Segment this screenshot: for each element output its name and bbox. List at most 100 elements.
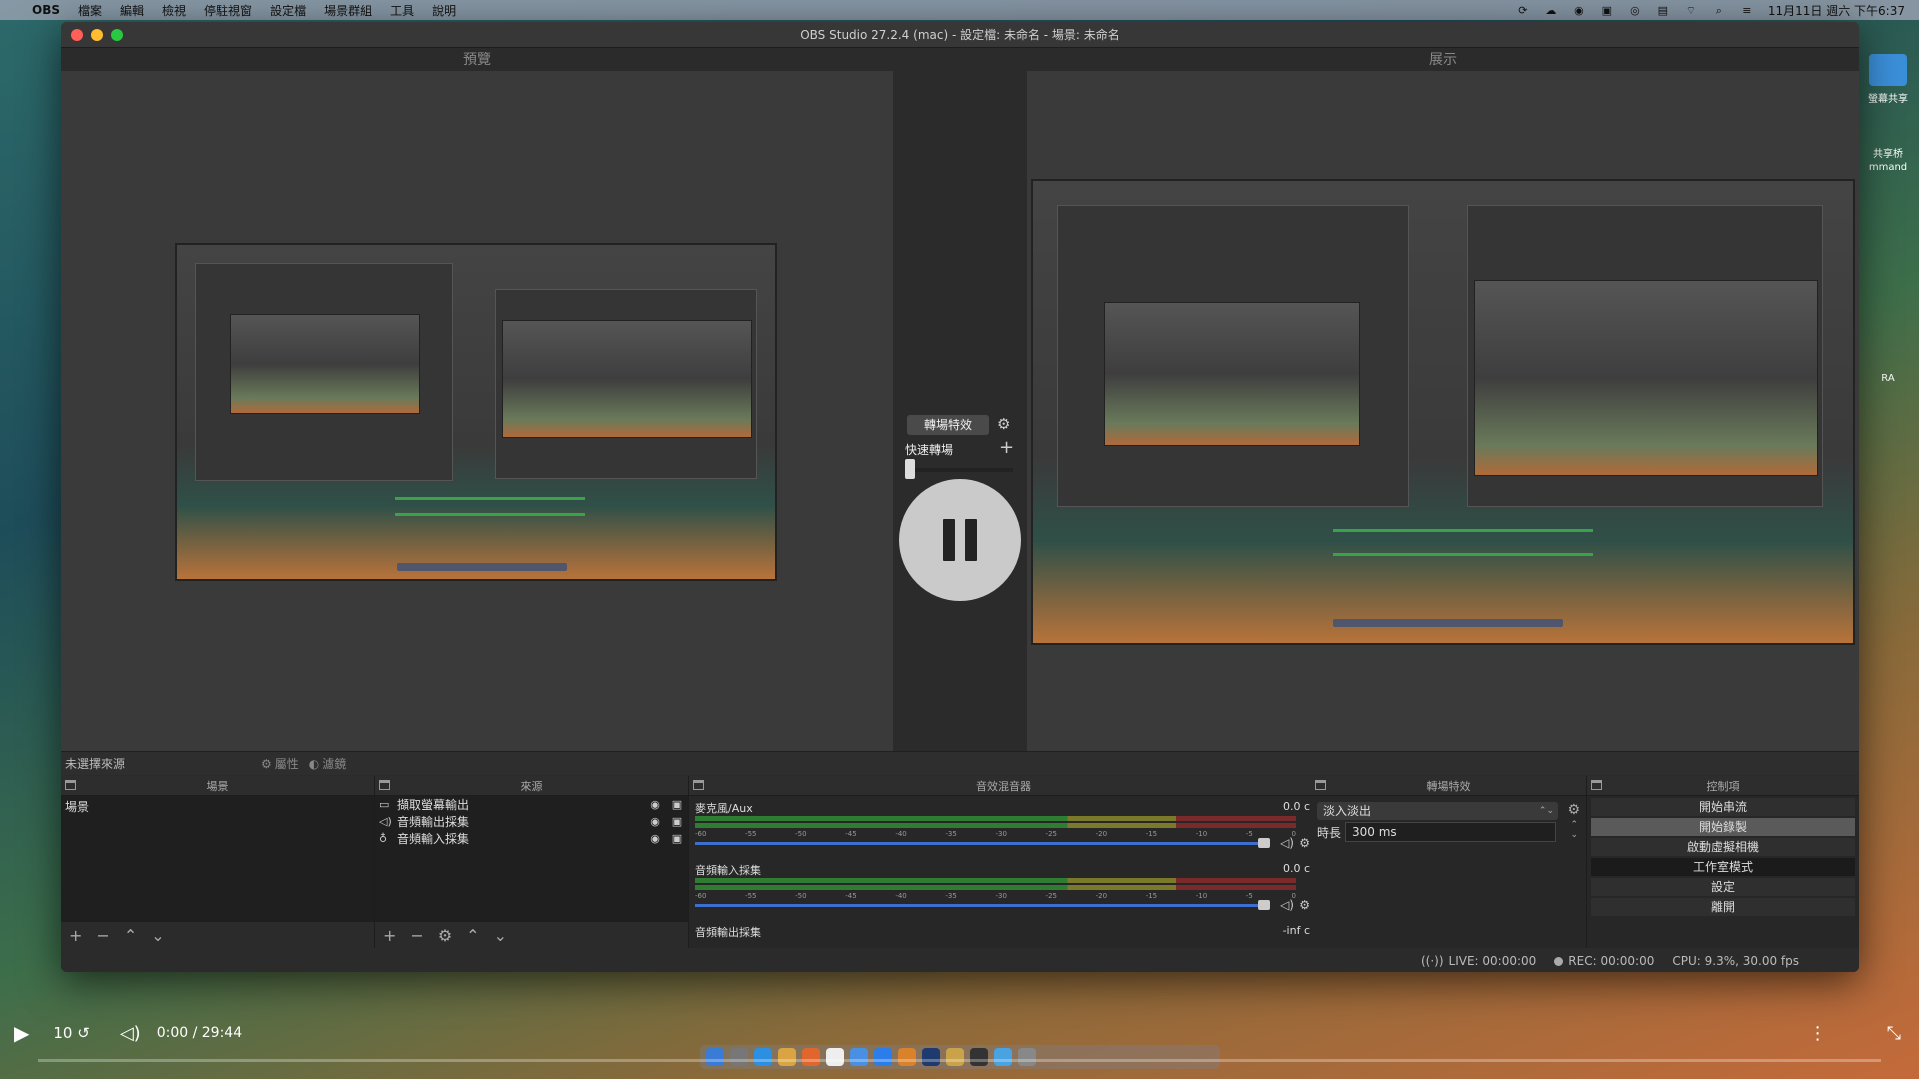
control-center-icon[interactable]: ≡	[1740, 4, 1754, 17]
scene-item[interactable]: 場景	[61, 796, 374, 817]
video-progress-bar[interactable]	[38, 1059, 1881, 1062]
transition-column: 轉場特效 ⚙ 快速轉場 +	[893, 71, 1027, 751]
tick-label: -10	[1195, 830, 1208, 838]
play-icon[interactable]: ▶	[14, 1021, 29, 1045]
source-item[interactable]: ♁ 音頻輸入採集 ◉ ▣	[375, 830, 688, 847]
float-dock-icon[interactable]	[379, 780, 390, 790]
transition-select[interactable]: 淡入淡出 ⌃⌄	[1317, 802, 1558, 820]
menu-app-name[interactable]: OBS	[32, 3, 60, 17]
transition-selected: 淡入淡出	[1323, 804, 1372, 818]
skip-back-button[interactable]: 10 ↺	[53, 1024, 89, 1042]
tick-label: -55	[745, 892, 757, 900]
float-dock-icon[interactable]	[693, 780, 704, 790]
close-icon[interactable]	[71, 28, 83, 41]
minimize-icon[interactable]	[91, 28, 103, 41]
program-pane[interactable]	[1027, 71, 1859, 751]
source-item[interactable]: ◁) 音頻輸出採集 ◉ ▣	[375, 813, 688, 830]
t-bar-slider[interactable]	[907, 468, 1013, 472]
spinner-icon[interactable]: ⌃ ⌄	[1570, 820, 1578, 840]
track-db: 0.0 c	[1282, 800, 1310, 813]
t-bar-handle[interactable]	[905, 459, 915, 479]
menu-profile[interactable]: 設定檔	[270, 2, 306, 19]
note-icon[interactable]: ▣	[1600, 4, 1614, 17]
eye-icon[interactable]: ◉	[644, 798, 666, 811]
gear-icon[interactable]: ⚙	[1567, 802, 1580, 818]
fullscreen-exit-icon[interactable]: ⤡	[1887, 1023, 1901, 1044]
gear-icon[interactable]: ⚙	[1299, 898, 1310, 912]
bear-icon[interactable]: ◉	[1572, 4, 1586, 17]
move-down-icon[interactable]: ⌄	[151, 926, 164, 945]
remove-icon[interactable]: −	[96, 926, 109, 945]
chevron-updown-icon: ⌃⌄	[1538, 806, 1554, 816]
duration-input[interactable]: 300 ms	[1345, 822, 1556, 842]
wifi-icon[interactable]: ⌔	[1684, 4, 1698, 17]
volume-icon[interactable]: ◁)	[120, 1023, 141, 1044]
volume-meter	[695, 878, 1296, 883]
volume-slider-knob[interactable]	[1258, 900, 1270, 910]
preview-pane[interactable]	[61, 71, 893, 751]
menu-scene-collection[interactable]: 場景群組	[324, 2, 372, 19]
add-icon[interactable]: +	[383, 926, 396, 945]
source-name: 音頻輸出採集	[397, 815, 470, 829]
tick-label: -30	[995, 830, 1007, 838]
lock-icon[interactable]: ▣	[666, 815, 688, 828]
nested-screenshot	[502, 320, 752, 438]
cloud-icon[interactable]: ☁	[1544, 4, 1558, 17]
exit-button[interactable]: 離開	[1591, 898, 1855, 916]
search-icon[interactable]: ⌕	[1712, 4, 1726, 17]
desktop-label[interactable]: RA	[1863, 373, 1913, 384]
pause-icon	[943, 519, 955, 561]
filters-button[interactable]: ◐ 濾鏡	[309, 755, 347, 772]
add-quick-transition-icon[interactable]: +	[999, 437, 1014, 458]
menu-help[interactable]: 說明	[432, 2, 456, 19]
video-pause-button[interactable]	[899, 479, 1021, 601]
record-icon[interactable]: ◎	[1628, 4, 1642, 17]
volume-slider[interactable]	[695, 842, 1264, 845]
add-icon[interactable]: +	[69, 926, 82, 945]
tick-label: -45	[845, 830, 857, 838]
lock-icon[interactable]: ▣	[666, 798, 688, 811]
speaker-icon[interactable]: ◁)	[1280, 898, 1294, 912]
transition-button[interactable]: 轉場特效	[907, 415, 989, 435]
eye-icon[interactable]: ◉	[644, 832, 666, 845]
settings-button[interactable]: 設定	[1591, 878, 1855, 896]
menu-docks[interactable]: 停駐視窗	[204, 2, 252, 19]
volume-slider-knob[interactable]	[1258, 838, 1270, 848]
studio-canvas-area: 預覽 展示 轉場特效 ⚙ 快速轉場 +	[61, 49, 1859, 779]
track-name: 音頻輸入採集	[695, 864, 761, 877]
desktop-label[interactable]: 共享桥	[1863, 145, 1913, 160]
properties-button[interactable]: ⚙ 屬性	[261, 755, 299, 772]
speaker-icon[interactable]: ◁)	[1280, 836, 1294, 850]
remove-icon[interactable]: −	[410, 926, 423, 945]
start-streaming-button[interactable]: 開始串流	[1591, 798, 1855, 816]
menu-view[interactable]: 檢視	[162, 2, 186, 19]
lock-icon[interactable]: ▣	[666, 832, 688, 845]
float-dock-icon[interactable]	[1315, 780, 1326, 790]
eye-icon[interactable]: ◉	[644, 815, 666, 828]
title-bar[interactable]: OBS Studio 27.2.4 (mac) - 設定檔: 未命名 - 場景:…	[61, 22, 1859, 48]
source-item[interactable]: ▭ 擷取螢幕輸出 ◉ ▣	[375, 796, 688, 813]
gear-icon[interactable]: ⚙	[997, 415, 1010, 433]
folder-icon[interactable]	[1869, 54, 1907, 86]
start-recording-button[interactable]: 開始錄製	[1591, 818, 1855, 836]
float-dock-icon[interactable]	[65, 780, 76, 790]
move-down-icon[interactable]: ⌄	[494, 926, 507, 945]
desktop-label[interactable]: 螢幕共享	[1863, 90, 1913, 105]
menu-edit[interactable]: 編輯	[120, 2, 144, 19]
volume-slider[interactable]	[695, 904, 1264, 907]
menu-file[interactable]: 檔案	[78, 2, 102, 19]
sync-icon[interactable]: ⟳	[1516, 4, 1530, 17]
menu-clock[interactable]: 11月11日 週六 下午6:37	[1768, 2, 1905, 19]
more-options-icon[interactable]: ⋮	[1809, 1023, 1827, 1044]
move-up-icon[interactable]: ⌃	[124, 926, 137, 945]
studio-mode-button[interactable]: 工作室模式	[1591, 858, 1855, 876]
menu-tools[interactable]: 工具	[390, 2, 414, 19]
gear-icon[interactable]: ⚙	[438, 926, 452, 945]
desktop-label[interactable]: mmand	[1863, 162, 1913, 173]
start-virtual-camera-button[interactable]: 啟動虛擬相機	[1591, 838, 1855, 856]
gear-icon[interactable]: ⚙	[1299, 836, 1310, 850]
float-dock-icon[interactable]	[1591, 780, 1602, 790]
move-up-icon[interactable]: ⌃	[466, 926, 479, 945]
zoom-icon[interactable]	[111, 28, 123, 41]
input-method-icon[interactable]: ▤	[1656, 4, 1670, 17]
